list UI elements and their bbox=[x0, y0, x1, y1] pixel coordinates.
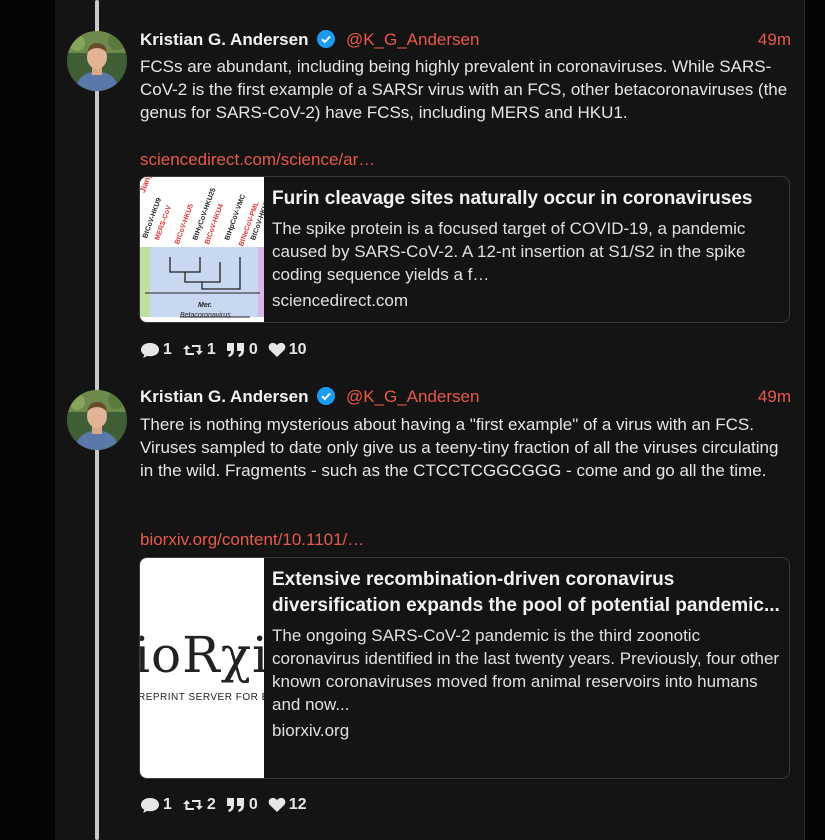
card-title[interactable]: Extensive recombination-driven coronavir… bbox=[272, 567, 781, 619]
tweet-link[interactable]: biorxiv.org/content/10.1101/… bbox=[140, 530, 364, 550]
link-card[interactable]: Jiang2013 BtCoV-HKU9 MERS-CoV BtCoV-HKU5… bbox=[139, 176, 790, 323]
retweet-icon bbox=[182, 800, 203, 810]
card-text: Furin cleavage sites naturally occur in … bbox=[272, 186, 781, 311]
author-name[interactable]: Kristian G. Andersen bbox=[140, 387, 308, 406]
like-count: 10 bbox=[288, 341, 307, 358]
tweet-actions: 1 2 0 12 bbox=[140, 794, 317, 816]
reply-button[interactable]: 1 bbox=[140, 796, 172, 814]
heart-icon bbox=[268, 342, 286, 357]
author-handle[interactable]: @K_G_Andersen bbox=[346, 30, 480, 49]
panel-border bbox=[804, 0, 805, 840]
biorxiv-logo: ioRχi bbox=[140, 626, 264, 684]
card-description: The ongoing SARS-CoV-2 pandemic is the t… bbox=[272, 626, 780, 714]
card-thumbnail: Jiang2013 BtCoV-HKU9 MERS-CoV BtCoV-HKU5… bbox=[140, 177, 264, 322]
quote-count: 0 bbox=[248, 341, 258, 358]
card-domain: sciencedirect.com bbox=[272, 291, 409, 310]
reply-count: 1 bbox=[163, 796, 172, 813]
retweet-count: 1 bbox=[206, 341, 216, 358]
verified-icon bbox=[317, 387, 336, 411]
avatar[interactable] bbox=[67, 31, 127, 91]
reply-icon bbox=[141, 342, 159, 358]
reply-count: 1 bbox=[163, 341, 172, 358]
card-description: The spike protein is a focused target of… bbox=[272, 219, 746, 284]
verified-icon bbox=[317, 30, 336, 54]
reply-icon bbox=[141, 797, 159, 813]
like-button[interactable]: 10 bbox=[268, 341, 307, 359]
heart-icon bbox=[268, 797, 286, 812]
card-title[interactable]: Furin cleavage sites naturally occur in … bbox=[272, 186, 781, 212]
tweet-actions: 1 1 0 10 bbox=[140, 339, 317, 361]
card-text: Extensive recombination-driven coronavir… bbox=[272, 567, 781, 741]
avatar[interactable] bbox=[67, 390, 127, 450]
tweet-link[interactable]: sciencedirect.com/science/ar… bbox=[140, 150, 375, 170]
card-thumbnail: ioRχi REPRINT SERVER FOR BI bbox=[140, 558, 264, 778]
like-button[interactable]: 12 bbox=[268, 796, 307, 814]
thumb-label: Betacoronavirus bbox=[180, 312, 231, 319]
retweet-button[interactable]: 2 bbox=[182, 796, 216, 814]
reply-button[interactable]: 1 bbox=[140, 341, 172, 359]
like-count: 12 bbox=[288, 796, 307, 813]
tweet-header: Kristian G. Andersen @K_G_Andersen 49m bbox=[140, 29, 791, 51]
retweet-button[interactable]: 1 bbox=[182, 341, 216, 359]
biorxiv-tagline: REPRINT SERVER FOR BI bbox=[140, 692, 264, 703]
card-domain: biorxiv.org bbox=[272, 721, 350, 740]
link-card[interactable]: ioRχi REPRINT SERVER FOR BI Extensive re… bbox=[139, 557, 790, 779]
author-name[interactable]: Kristian G. Andersen bbox=[140, 30, 308, 49]
quote-button[interactable]: 0 bbox=[226, 796, 258, 814]
quote-icon bbox=[226, 343, 244, 357]
quote-count: 0 bbox=[248, 796, 258, 813]
tweet-text: FCSs are abundant, including being highl… bbox=[140, 57, 788, 122]
author-handle[interactable]: @K_G_Andersen bbox=[346, 387, 480, 406]
retweet-icon bbox=[182, 345, 203, 355]
retweet-count: 2 bbox=[206, 796, 216, 813]
quote-icon bbox=[226, 798, 244, 812]
tweet-header: Kristian G. Andersen @K_G_Andersen 49m bbox=[140, 386, 791, 408]
tweet-text: There is nothing mysterious about having… bbox=[140, 415, 779, 480]
tweet-time[interactable]: 49m bbox=[758, 386, 791, 408]
tweet-time[interactable]: 49m bbox=[758, 29, 791, 51]
thumb-label: Mer. bbox=[198, 302, 213, 309]
quote-button[interactable]: 0 bbox=[226, 341, 258, 359]
